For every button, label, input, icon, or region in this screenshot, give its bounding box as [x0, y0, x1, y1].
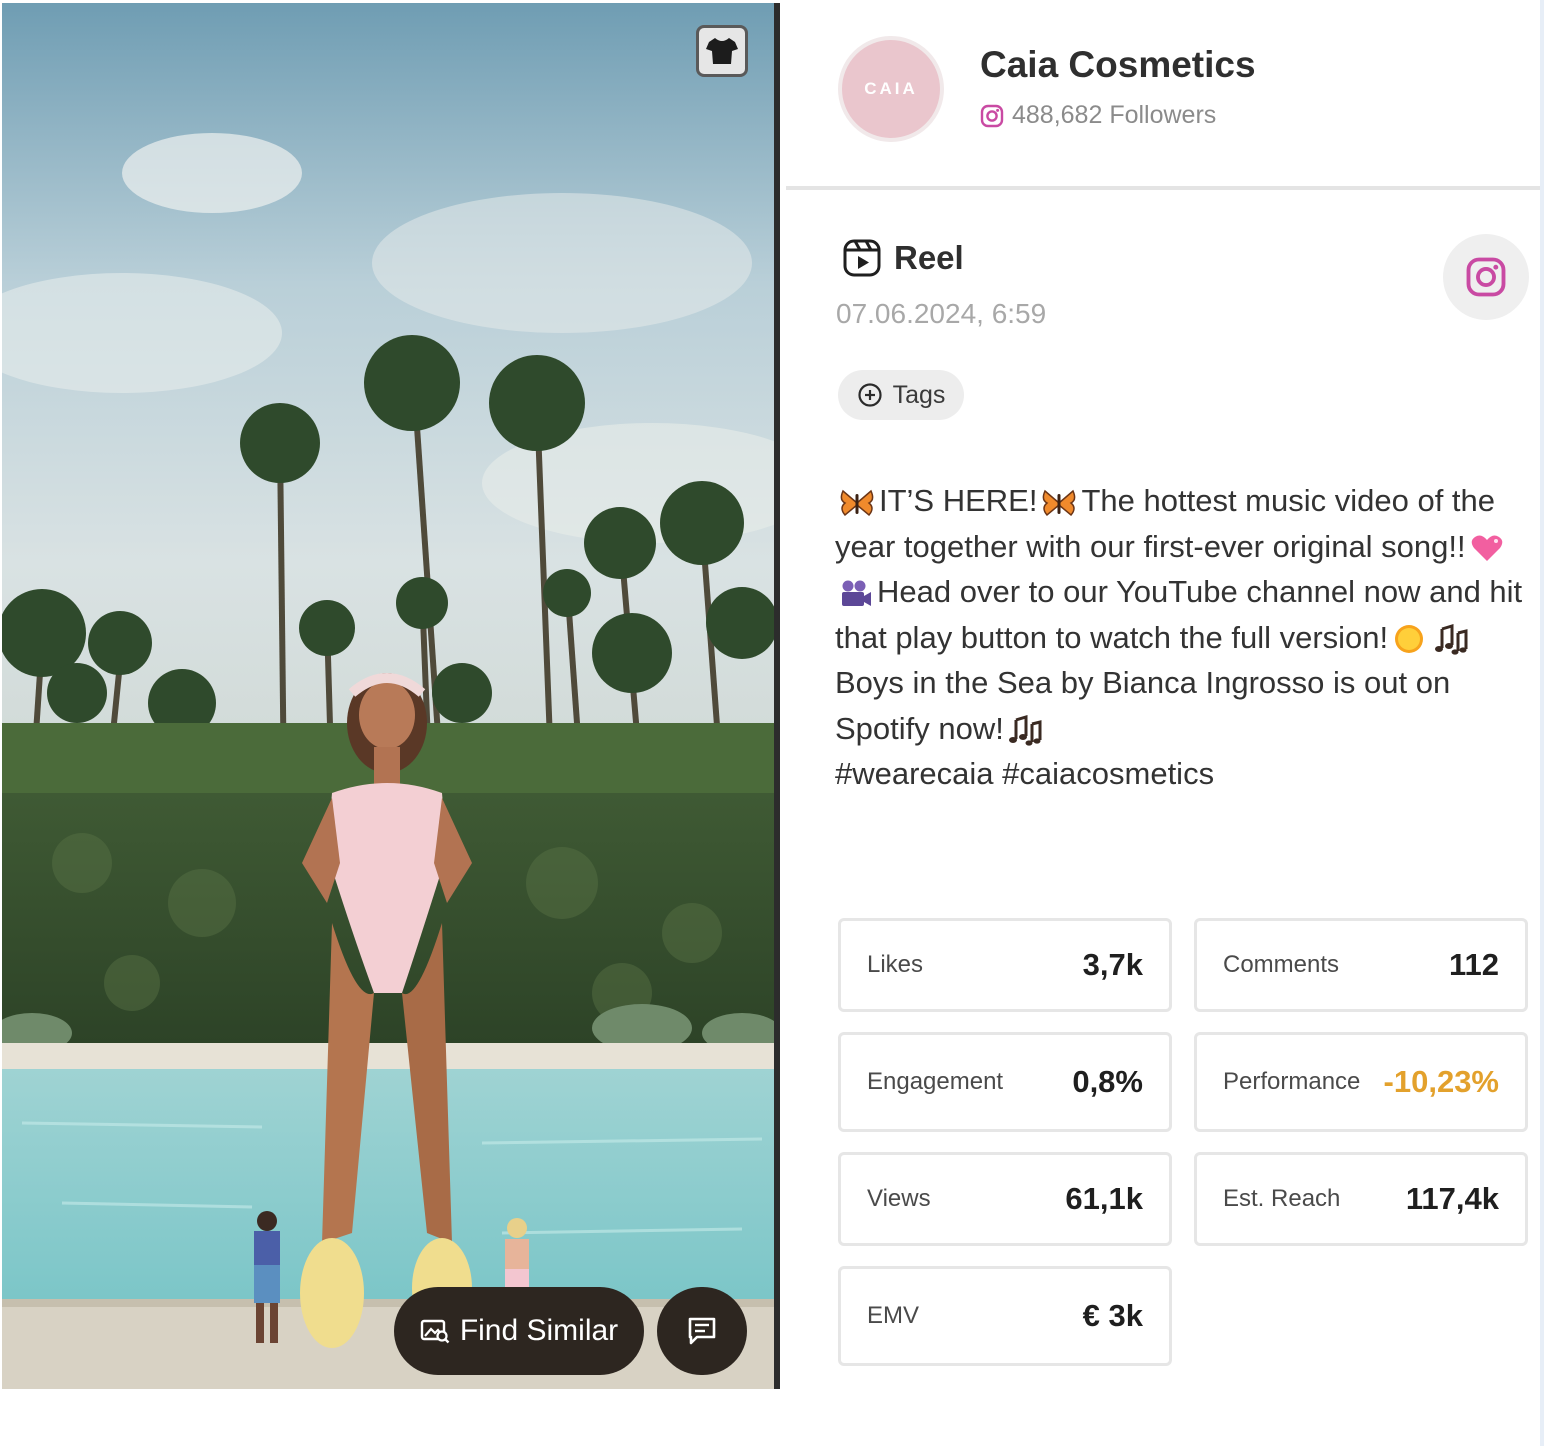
stat-est-reach: Est. Reach 117,4k [1194, 1152, 1528, 1246]
post-caption: IT’S HERE! The hottest music video of th… [835, 478, 1535, 797]
media-divider [774, 3, 780, 1389]
post-type-label: Reel [894, 239, 964, 276]
stat-label: Views [867, 1185, 931, 1212]
sun-icon [1395, 625, 1424, 654]
music-notes-icon [1008, 715, 1042, 746]
stat-value: 0,8% [1072, 1064, 1143, 1099]
stat-views: Views 61,1k [838, 1152, 1172, 1246]
caption-hashtags: #wearecaia #caiacosmetics [835, 756, 1215, 791]
shop-look-button[interactable] [696, 25, 748, 77]
find-similar-button[interactable]: Find Similar [394, 1287, 644, 1375]
stat-label: Engagement [867, 1068, 1004, 1095]
post-date: 07.06.2024, 6:59 [836, 298, 1047, 329]
brand-avatar[interactable]: CAIA [838, 36, 944, 142]
stat-emv: EMV € 3k [838, 1266, 1172, 1366]
stat-comments: Comments 112 [1194, 918, 1528, 1012]
follower-count: 488,682 Followers [980, 101, 1216, 130]
followers-text: 488,682 Followers [1012, 101, 1217, 129]
stat-value: 112 [1448, 947, 1499, 982]
stat-label: Likes [867, 951, 924, 978]
post-media-image[interactable]: Find Similar [2, 3, 778, 1389]
stat-value: € 3k [1082, 1298, 1143, 1333]
add-circle-icon [857, 383, 882, 407]
panel-edge [1540, 0, 1544, 1446]
stat-engagement: Engagement 0,8% [838, 1032, 1172, 1132]
butterfly-icon [840, 489, 874, 516]
tshirt-icon [706, 38, 738, 64]
caption-part-4: Boys in the Sea by Bianca Ingrosso is ou… [835, 665, 1451, 746]
instagram-icon [1466, 257, 1506, 297]
movie-camera-icon [842, 580, 871, 606]
instagram-icon [980, 104, 1004, 127]
stat-value: 117,4k [1405, 1181, 1499, 1216]
music-notes-icon [1435, 624, 1468, 655]
stat-label: EMV [867, 1302, 920, 1329]
open-on-instagram-button[interactable] [1443, 234, 1529, 320]
avatar-text: CAIA [864, 79, 918, 98]
add-tags-button[interactable]: Tags [838, 370, 964, 420]
butterfly-icon [1043, 489, 1076, 516]
stat-label: Comments [1223, 951, 1340, 978]
stat-value: 61,1k [1065, 1181, 1143, 1216]
image-search-icon [420, 1319, 450, 1344]
find-similar-label: Find Similar [459, 1314, 619, 1347]
header-divider [786, 186, 1542, 190]
tags-label: Tags [892, 380, 946, 409]
stat-label: Est. Reach [1223, 1185, 1341, 1212]
post-details-panel: CAIA Caia Cosmetics 488,682 Followers Re… [786, 0, 1542, 1446]
stat-value: 3,7k [1082, 947, 1143, 982]
stat-value: -10,23% [1383, 1064, 1499, 1099]
brand-name[interactable]: Caia Cosmetics [980, 44, 1256, 86]
comment-icon [688, 1317, 716, 1345]
stat-likes: Likes 3,7k [838, 918, 1172, 1012]
post-type: Reel [842, 238, 964, 278]
sparkling-heart-icon [1471, 535, 1502, 562]
post-detail-view: Find Similar CAIA Caia Cosmetics 488,682… [0, 0, 1550, 1446]
stat-performance: Performance -10,23% [1194, 1032, 1528, 1132]
post-photo [2, 3, 778, 1389]
caption-part-1: IT’S HERE! [879, 483, 1038, 518]
reel-icon [843, 239, 881, 277]
stat-label: Performance [1223, 1068, 1361, 1095]
comment-button[interactable] [657, 1287, 747, 1375]
